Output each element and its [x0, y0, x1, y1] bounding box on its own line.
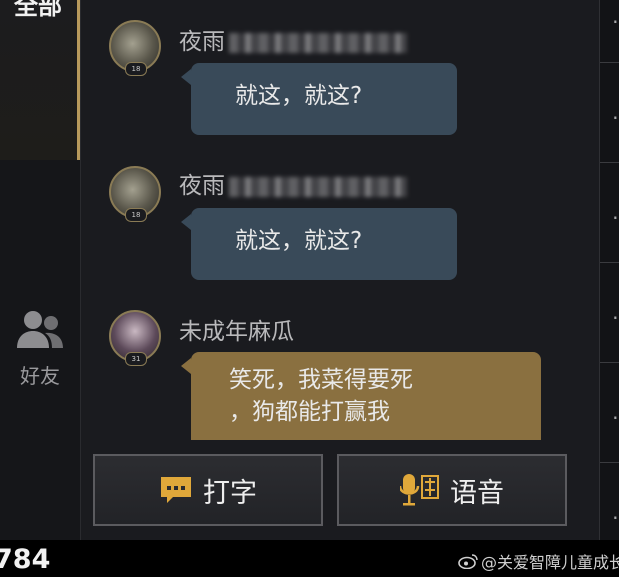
level-badge: 18 — [125, 208, 147, 222]
name-mosaic — [229, 176, 407, 197]
right-menu-item[interactable]: … — [612, 400, 619, 424]
tab-all-label: 全部 — [14, 0, 62, 20]
weibo-logo-icon — [458, 554, 478, 569]
level-badge: 18 — [125, 62, 147, 76]
right-menu-item[interactable]: … — [612, 100, 619, 124]
name-mosaic — [229, 32, 407, 53]
active-tab-indicator — [77, 0, 80, 160]
type-button-label: 打字 — [203, 477, 257, 509]
sender-name: 夜雨 — [179, 166, 407, 200]
message-text-line: ，狗都能打赢我 — [229, 399, 390, 425]
message-bubble[interactable]: 就这，就这? — [181, 208, 457, 280]
input-mode-bar: 打字 语音 — [81, 440, 599, 540]
keyboard-chat-icon — [161, 477, 191, 503]
bubble-tail — [181, 358, 191, 374]
divider — [600, 62, 619, 63]
watermark: @关爱智障儿童成长 — [458, 549, 619, 573]
tab-friends-label: 好友 — [20, 364, 60, 388]
voice-button[interactable]: 语音 — [337, 454, 567, 526]
bottom-strip: 784 @关爱智障儿童成长 — [0, 540, 619, 577]
level-badge: 31 — [125, 352, 147, 366]
right-menu-item[interactable]: … — [612, 300, 619, 324]
divider — [600, 362, 619, 363]
sender-name-text: 夜雨 — [179, 173, 225, 199]
sender-name-text: 夜雨 — [179, 29, 225, 55]
left-nav: 全部 好友 — [0, 0, 81, 540]
partial-number: 784 — [0, 544, 51, 575]
voice-button-label: 语音 — [450, 477, 504, 509]
right-menu-item[interactable]: … — [612, 200, 619, 224]
bubble-tail — [181, 69, 191, 85]
tab-friends[interactable]: 好友 — [10, 308, 70, 389]
watermark-text: @关爱智障儿童成长 — [481, 553, 619, 572]
type-button[interactable]: 打字 — [93, 454, 323, 526]
bubble-tail — [181, 214, 191, 230]
message-text: 就这，就这? — [235, 83, 363, 109]
sender-name: 夜雨 — [179, 22, 407, 56]
tab-all[interactable]: 全部 — [0, 0, 80, 160]
message-text: 就这，就这? — [235, 228, 363, 254]
message-bubble[interactable]: 笑死，我菜得要死 ，狗都能打赢我 — [181, 352, 541, 440]
chat-messages[interactable]: 18 夜雨 就这，就这? 18 夜雨 就这，就这? 31 未成年麻瓜 笑死，我菜… — [81, 0, 599, 440]
microphone-translate-icon — [400, 474, 439, 506]
right-menu-item[interactable]: … — [612, 4, 619, 28]
friends-icon — [17, 311, 63, 348]
right-menu-column: … … … … … … — [599, 0, 619, 540]
message-text-line: 笑死，我菜得要死 — [229, 367, 413, 393]
message-bubble[interactable]: 就这，就这? — [181, 63, 457, 135]
divider — [600, 262, 619, 263]
right-menu-item[interactable]: … — [612, 500, 619, 524]
divider — [600, 462, 619, 463]
sender-name: 未成年麻瓜 — [179, 319, 294, 345]
divider — [600, 162, 619, 163]
